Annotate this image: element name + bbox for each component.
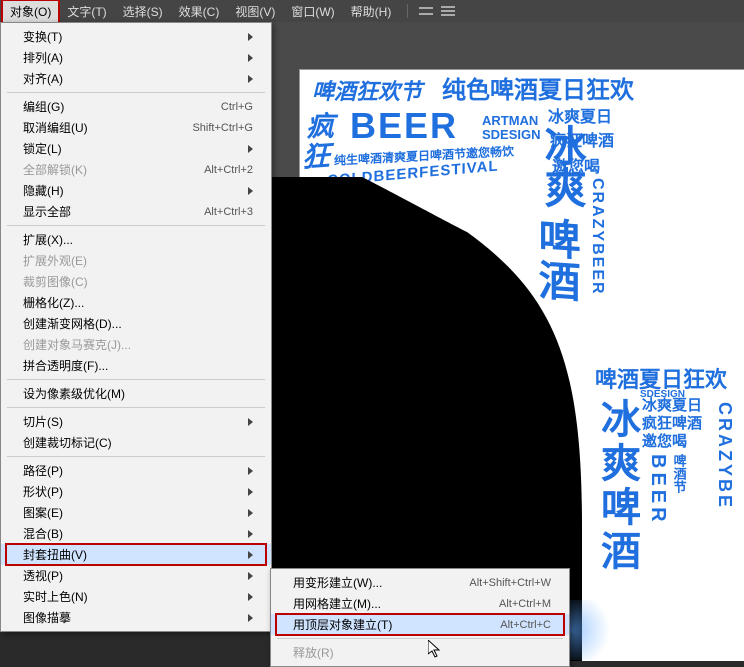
menubar: 对象(O) 文字(T) 选择(S) 效果(C) 视图(V) 窗口(W) 帮助(H… (0, 0, 744, 22)
menu-view[interactable]: 视图(V) (227, 0, 283, 23)
menu-mosaic: 创建对象马赛克(J)... (1, 334, 271, 355)
menu-transform[interactable]: 变换(T) (1, 26, 271, 47)
menu-lock[interactable]: 锁定(L) (1, 138, 271, 159)
menu-blend[interactable]: 混合(B) (1, 523, 271, 544)
menu-perspective[interactable]: 透视(P) (1, 565, 271, 586)
menu-trim-marks[interactable]: 创建裁切标记(C) (1, 432, 271, 453)
art-text-1b: 纯色啤酒夏日狂欢 (442, 78, 634, 103)
menu-slice[interactable]: 切片(S) (1, 411, 271, 432)
separator (407, 4, 408, 18)
menu-expand[interactable]: 扩展(X)... (1, 229, 271, 250)
envelope-submenu: 用变形建立(W)...Alt+Shift+Ctrl+W 用网格建立(M)...A… (270, 568, 570, 667)
menu-arrange[interactable]: 排列(A) (1, 47, 271, 68)
art2-r2: 疯狂啤酒 (642, 416, 702, 432)
menu-path[interactable]: 路径(P) (1, 460, 271, 481)
menu-align[interactable]: 对齐(A) (1, 68, 271, 89)
menu-show-all[interactable]: 显示全部Alt+Ctrl+3 (1, 201, 271, 222)
menu-pattern[interactable]: 图案(E) (1, 502, 271, 523)
menu-text[interactable]: 文字(T) (59, 0, 114, 23)
art2-beer: BEER (647, 454, 668, 526)
art-text-1: 啤酒狂欢节 (312, 80, 422, 103)
art-text-2b: BEER (350, 107, 458, 145)
menu-ungroup[interactable]: 取消编组(U)Shift+Ctrl+G (1, 117, 271, 138)
menu-window[interactable]: 窗口(W) (283, 0, 342, 23)
art2-big3: 啤 (596, 486, 638, 526)
submenu-release: 释放(R) (271, 642, 569, 663)
menu-help[interactable]: 帮助(H) (343, 0, 400, 23)
submenu-make-top-object[interactable]: 用顶层对象建立(T)Alt+Ctrl+C (271, 614, 569, 635)
menu-pixel-perfect[interactable]: 设为像素级优化(M) (1, 383, 271, 404)
menu-shape[interactable]: 形状(P) (1, 481, 271, 502)
art2-line1: 啤酒夏日狂欢 (595, 368, 727, 391)
art-text-2a: 疯 (306, 112, 334, 141)
submenu-make-mesh[interactable]: 用网格建立(M)...Alt+Ctrl+M (271, 593, 569, 614)
menu-image-trace[interactable]: 图像描摹 (1, 607, 271, 628)
menu-select[interactable]: 选择(S) (115, 0, 171, 23)
menu-gradient-mesh[interactable]: 创建渐变网格(D)... (1, 313, 271, 334)
menu-flatten[interactable]: 拼合透明度(F)... (1, 355, 271, 376)
art2-fest: 啤酒节 (672, 454, 686, 493)
menu-live-paint[interactable]: 实时上色(N) (1, 586, 271, 607)
view-mode-buttons[interactable] (416, 4, 458, 18)
menu-rasterize[interactable]: 栅格化(Z)... (1, 292, 271, 313)
art2-big4: 酒 (596, 530, 638, 570)
art-text-3a: 狂 (302, 141, 330, 172)
art-text-2c: ARTMAN (482, 114, 538, 128)
art2-crazy: CRAZYBE (715, 402, 734, 510)
art2-big1: 冰 (596, 398, 638, 438)
menu-crop-image: 裁剪图像(C) (1, 271, 271, 292)
canvas[interactable]: 啤酒狂欢节 纯色啤酒夏日狂欢 疯 BEER ARTMAN SDESIGN 冰爽夏… (272, 22, 744, 661)
menu-object[interactable]: 对象(O) (2, 0, 59, 23)
object-menu: 变换(T) 排列(A) 对齐(A) 编组(G)Ctrl+G 取消编组(U)Shi… (0, 22, 272, 632)
menu-effect[interactable]: 效果(C) (171, 0, 228, 23)
art2-r3: 邀您喝 (642, 434, 687, 450)
menu-expand-appearance: 扩展外观(E) (1, 250, 271, 271)
art2-sdesign: SDESIGN (640, 390, 685, 401)
menu-envelope-distort[interactable]: 封套扭曲(V) (1, 544, 271, 565)
submenu-make-warp[interactable]: 用变形建立(W)...Alt+Shift+Ctrl+W (271, 572, 569, 593)
art2-big2: 爽 (596, 442, 638, 482)
cursor-icon (428, 640, 442, 658)
menu-group[interactable]: 编组(G)Ctrl+G (1, 96, 271, 117)
menu-unlock-all: 全部解锁(K)Alt+Ctrl+2 (1, 159, 271, 180)
menu-hide[interactable]: 隐藏(H) (1, 180, 271, 201)
